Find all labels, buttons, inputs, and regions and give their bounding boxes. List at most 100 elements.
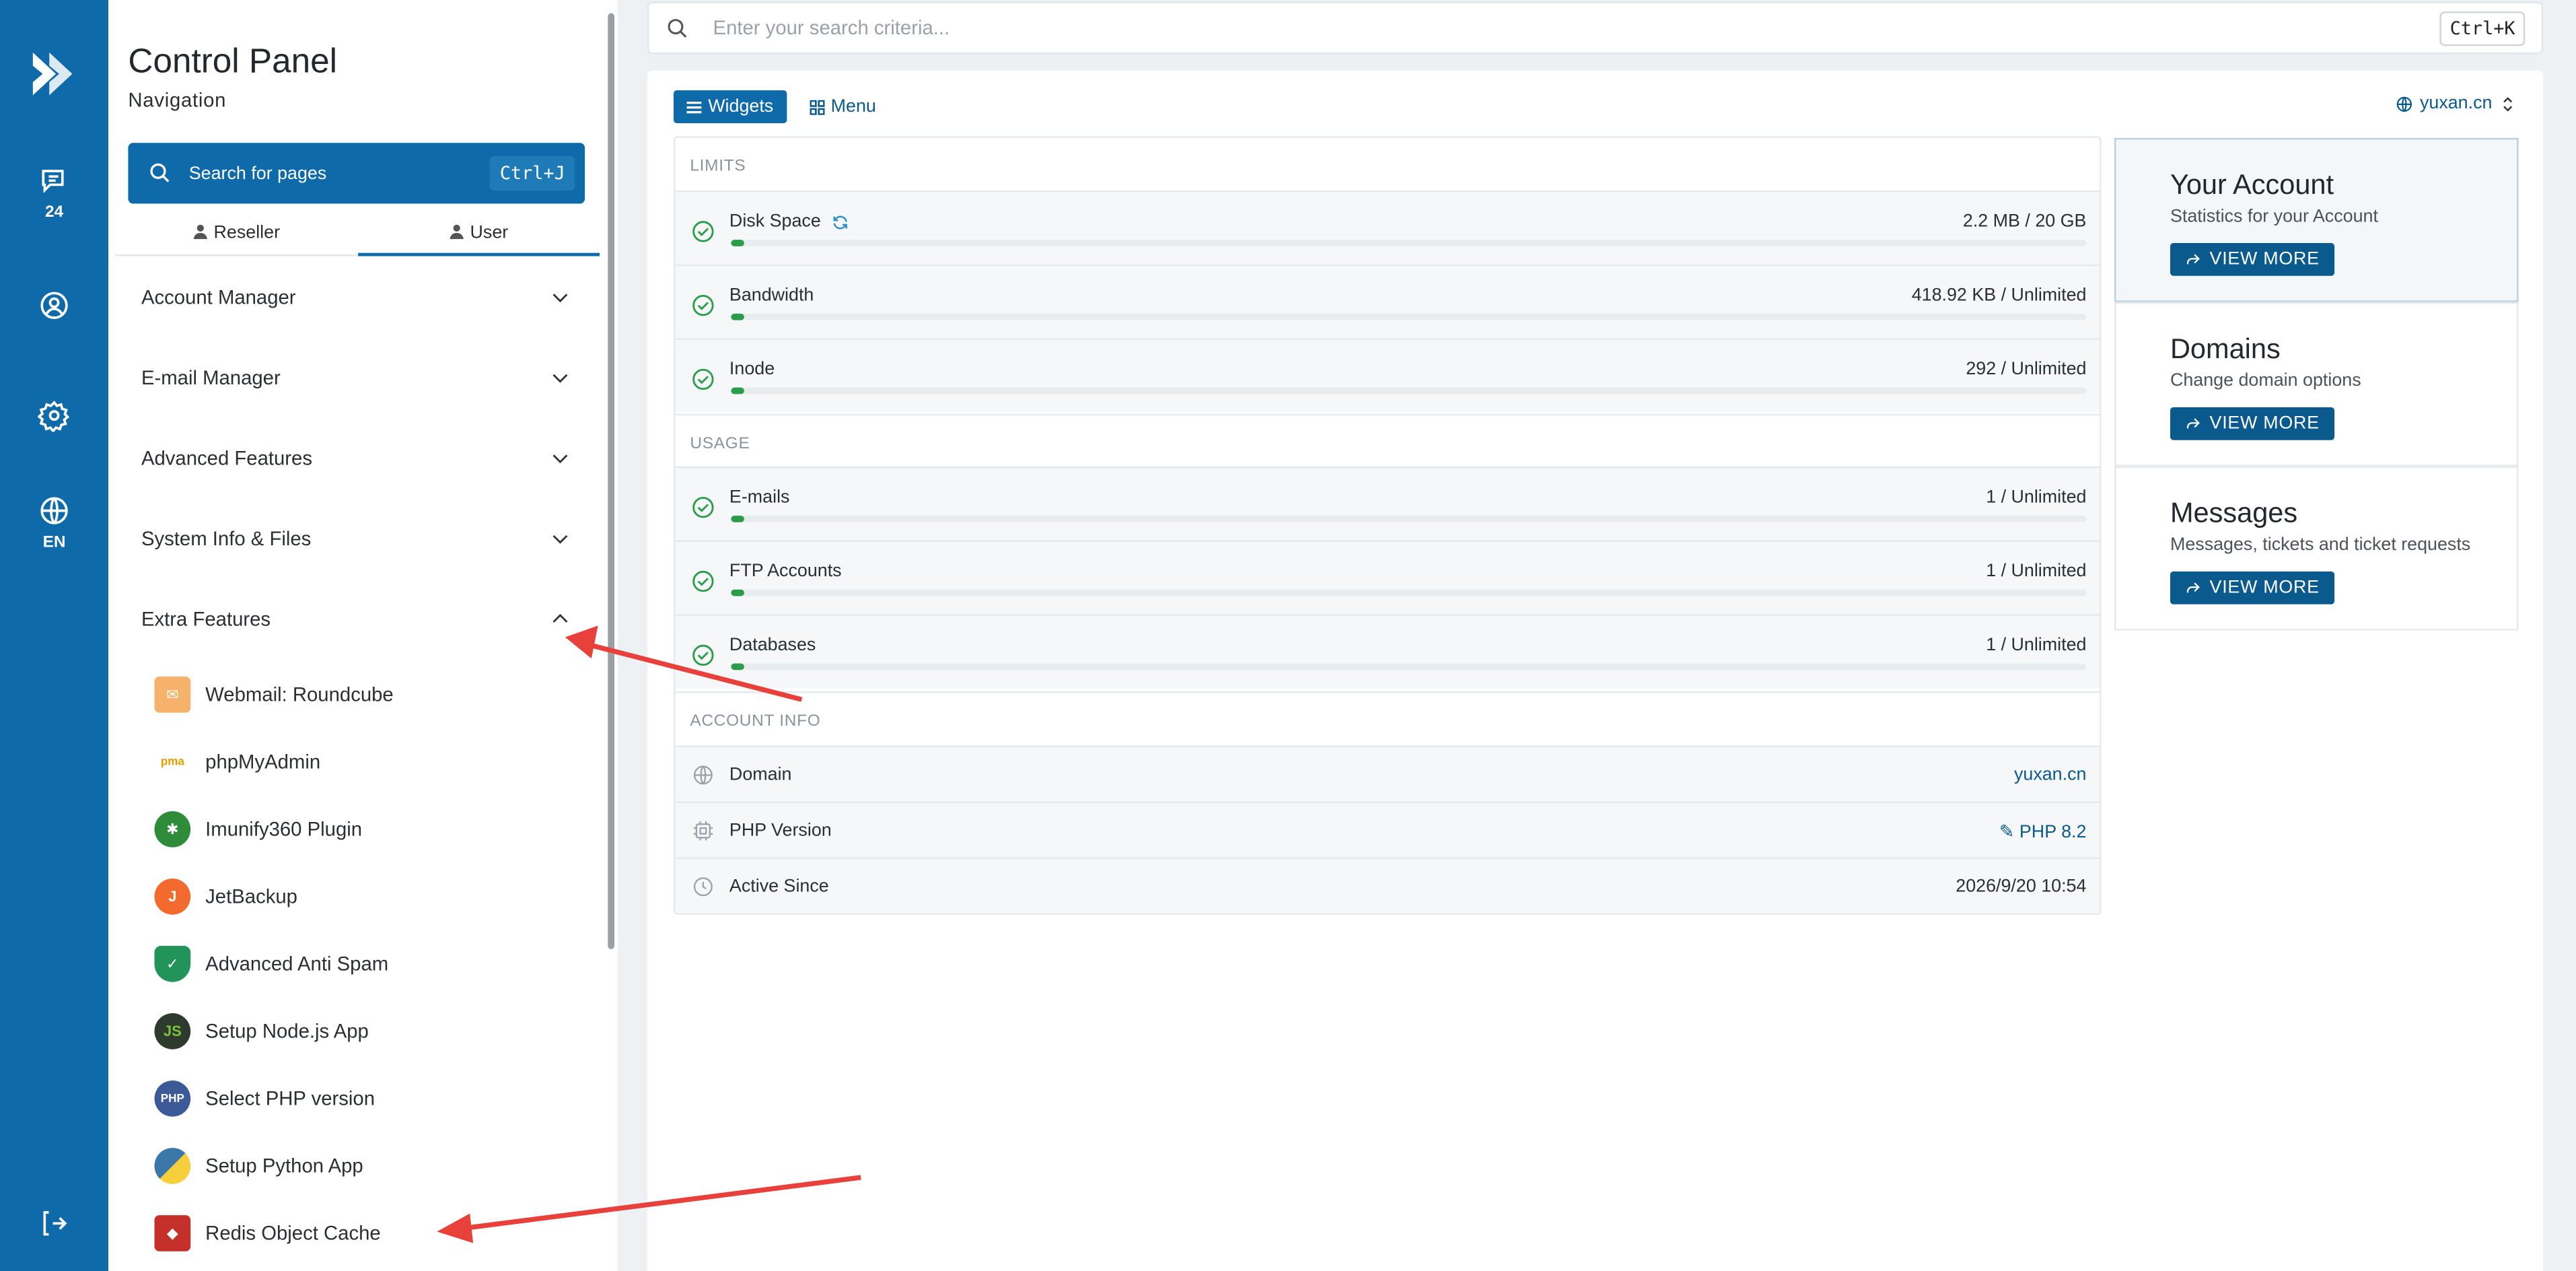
sidebar-subtitle: Navigation — [128, 88, 227, 112]
share-arrow-icon — [2186, 582, 2200, 593]
sidebar-item-advanced-anti-spam[interactable]: ✓ Advanced Anti Spam — [154, 944, 388, 984]
active-since-value: 2026/9/20 10:54 — [1956, 877, 2087, 897]
language-rail-button[interactable]: EN — [0, 494, 108, 552]
sidebar-item-label: Setup Node.js App — [205, 1019, 369, 1043]
section-label: Extra Features — [141, 607, 271, 631]
php-icon: PHP — [154, 1080, 191, 1117]
usage-progress-fill — [731, 663, 745, 671]
sidebar-item-select-php-version[interactable]: PHP Select PHP version — [154, 1079, 375, 1119]
check-circle-icon — [692, 295, 714, 316]
usage-progress-fill — [731, 589, 745, 596]
sidebar-item-label: Advanced Anti Spam — [205, 952, 389, 975]
domain-link[interactable]: yuxan.cn — [2014, 765, 2086, 785]
account-row-domain: Domain yuxan.cn — [675, 745, 2100, 802]
php-version-link[interactable]: ✎ PHP 8.2 — [1999, 821, 2087, 843]
page-search-label: Search for pages — [188, 163, 327, 183]
usage-row-ftp-accounts: FTP Accounts 1 / Unlimited — [675, 540, 2100, 615]
domain-selector-value: yuxan.cn — [2419, 94, 2493, 114]
icon-rail: 24 EN — [0, 0, 109, 1271]
sidebar-item-webmail-roundcube[interactable]: ✉ Webmail: Roundcube — [154, 675, 394, 715]
page-search-button[interactable]: Search for pages Ctrl+J — [128, 143, 585, 204]
sidebar-item-phpmyadmin[interactable]: pma phpMyAdmin — [154, 743, 320, 782]
view-more-label: VIEW MORE — [2209, 413, 2320, 434]
limit-value: 2.2 MB / 20 GB — [1962, 211, 2087, 232]
tab-user[interactable]: User — [357, 217, 600, 256]
usage-progress-fill — [731, 240, 745, 246]
app-logo-icon[interactable] — [26, 46, 82, 102]
card-domains[interactable]: Domains Change domain options VIEW MORE — [2114, 302, 2519, 467]
card-your-account[interactable]: Your Account Statistics for your Account… — [2114, 137, 2519, 302]
card-title: Messages — [2170, 497, 2298, 529]
view-more-button[interactable]: VIEW MORE — [2170, 407, 2334, 440]
account-field-name: PHP Version — [729, 821, 832, 841]
grid-icon — [809, 99, 824, 114]
imunify360-icon: ✱ — [154, 811, 191, 848]
limit-row-bandwidth: Bandwidth 418.92 KB / Unlimited — [675, 264, 2100, 339]
card-title: Your Account — [2170, 169, 2334, 201]
limit-value: 292 / Unlimited — [1966, 359, 2087, 380]
clock-icon — [693, 877, 713, 897]
messages-rail-button[interactable]: 24 — [0, 164, 108, 221]
section-email-manager[interactable]: E-mail Manager — [141, 359, 572, 396]
sidebar-item-jetbackup[interactable]: J JetBackup — [154, 877, 297, 917]
tab-user-label: User — [470, 223, 509, 244]
account-row-active-since: Active Since 2026/9/20 10:54 — [675, 857, 2100, 914]
account-rail-button[interactable] — [0, 289, 108, 322]
card-messages[interactable]: Messages Messages, tickets and ticket re… — [2114, 466, 2519, 631]
search-icon — [150, 163, 170, 182]
chevron-down-icon — [552, 535, 568, 544]
refresh-icon[interactable] — [830, 213, 849, 231]
section-advanced-features[interactable]: Advanced Features — [141, 440, 572, 477]
section-extra-features[interactable]: Extra Features — [141, 601, 572, 638]
sidebar-scrollbar[interactable] — [608, 13, 615, 949]
user-circle-icon — [40, 291, 68, 319]
section-label: System Info & Files — [141, 527, 312, 551]
messages-badge: 24 — [44, 203, 64, 222]
usage-row-emails: E-mails 1 / Unlimited — [675, 466, 2100, 541]
sidebar-item-imunify360[interactable]: ✱ Imunify360 Plugin — [154, 810, 362, 850]
usage-row-databases: Databases 1 / Unlimited — [675, 614, 2100, 689]
chevron-updown-icon — [2503, 96, 2513, 111]
view-more-label: VIEW MORE — [2209, 578, 2320, 598]
reseller-icon — [193, 224, 208, 240]
usage-progress-bar — [731, 387, 2087, 394]
global-search-bar[interactable]: Enter your search criteria... Ctrl+K — [647, 1, 2544, 55]
global-search-shortcut: Ctrl+K — [2439, 10, 2526, 46]
gear-icon — [38, 401, 70, 432]
usage-value: 1 / Unlimited — [1986, 487, 2087, 508]
view-more-button[interactable]: VIEW MORE — [2170, 571, 2334, 605]
logout-icon — [43, 1211, 67, 1236]
navigation-sidebar: Control Panel Navigation Search for page… — [108, 0, 618, 1271]
globe-icon — [2396, 96, 2412, 111]
page-search-shortcut: Ctrl+J — [490, 156, 575, 191]
sidebar-item-setup-python[interactable]: Setup Python App — [154, 1146, 363, 1186]
section-label: Advanced Features — [141, 446, 312, 470]
limit-name: Disk Space — [729, 211, 821, 232]
settings-rail-button[interactable] — [0, 399, 108, 432]
section-system-info-files[interactable]: System Info & Files — [141, 520, 572, 557]
view-more-label: VIEW MORE — [2209, 249, 2320, 270]
globe-icon — [40, 497, 68, 524]
tab-reseller[interactable]: Reseller — [114, 217, 357, 256]
usage-name: Databases — [729, 636, 816, 656]
usage-progress-bar — [731, 240, 2087, 246]
usage-progress-bar — [731, 663, 2087, 671]
sidebar-item-label: Redis Object Cache — [205, 1221, 381, 1245]
chevron-down-icon — [552, 374, 568, 383]
check-circle-icon — [692, 644, 714, 666]
account-row-php-version: PHP Version ✎ PHP 8.2 — [675, 801, 2100, 858]
logout-rail-button[interactable] — [0, 1207, 108, 1240]
limit-row-disk-space: Disk Space 2.2 MB / 20 GB — [675, 190, 2100, 265]
usage-progress-bar — [731, 313, 2087, 320]
sidebar-item-setup-nodejs[interactable]: JS Setup Node.js App — [154, 1012, 369, 1052]
view-more-button[interactable]: VIEW MORE — [2170, 243, 2334, 276]
global-search-placeholder: Enter your search criteria... — [713, 16, 950, 40]
domain-selector[interactable]: yuxan.cn — [2395, 94, 2517, 113]
php-version-value: PHP 8.2 — [2019, 823, 2087, 843]
sidebar-item-redis-object-cache[interactable]: ◆ Redis Object Cache — [154, 1214, 381, 1253]
widgets-view-button[interactable]: Widgets — [673, 90, 787, 123]
roundcube-icon: ✉ — [154, 676, 191, 713]
phpmyadmin-icon: pma — [154, 744, 191, 780]
menu-view-button[interactable]: Menu — [796, 90, 889, 123]
section-account-manager[interactable]: Account Manager — [141, 279, 572, 316]
